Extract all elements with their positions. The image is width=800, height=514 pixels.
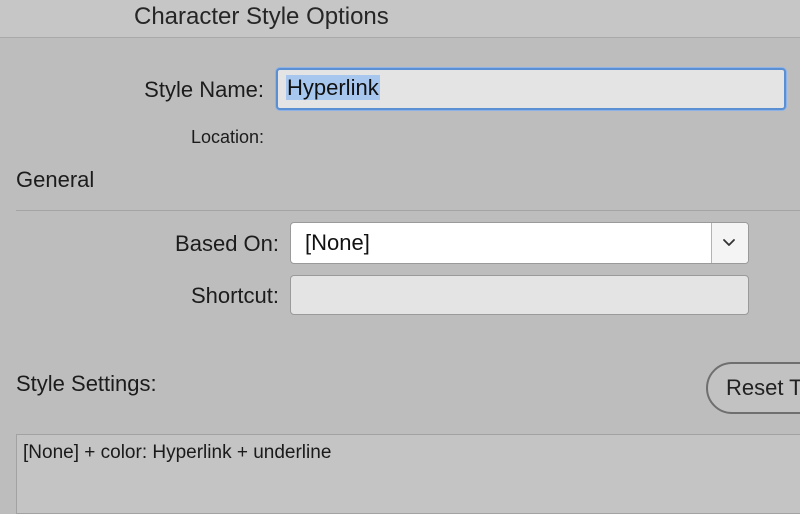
reset-button-label: Reset T bbox=[726, 375, 800, 400]
location-label: Location: bbox=[190, 127, 264, 147]
reset-button[interactable]: Reset T bbox=[706, 362, 800, 414]
general-section-heading: General bbox=[16, 167, 95, 192]
shortcut-input[interactable] bbox=[290, 275, 749, 315]
dialog-titlebar: Character Style Options bbox=[0, 0, 800, 38]
based-on-label: Based On: bbox=[175, 231, 279, 256]
shortcut-label: Shortcut: bbox=[190, 283, 279, 308]
based-on-select[interactable]: [None] bbox=[290, 222, 749, 264]
style-settings-box: [None] + color: Hyperlink + underline bbox=[16, 434, 800, 514]
style-settings-heading: Style Settings: bbox=[16, 371, 157, 396]
based-on-value: [None] bbox=[305, 230, 370, 255]
based-on-dropdown-button[interactable] bbox=[711, 223, 748, 263]
section-divider bbox=[16, 210, 800, 211]
style-settings-description: [None] + color: Hyperlink + underline bbox=[23, 442, 332, 463]
chevron-down-icon bbox=[723, 239, 735, 246]
style-name-value: Hyperlink bbox=[286, 75, 380, 100]
dialog-title: Character Style Options bbox=[134, 3, 389, 30]
style-name-input[interactable]: Hyperlink bbox=[276, 68, 786, 110]
style-name-label: Style Name: bbox=[144, 77, 264, 102]
